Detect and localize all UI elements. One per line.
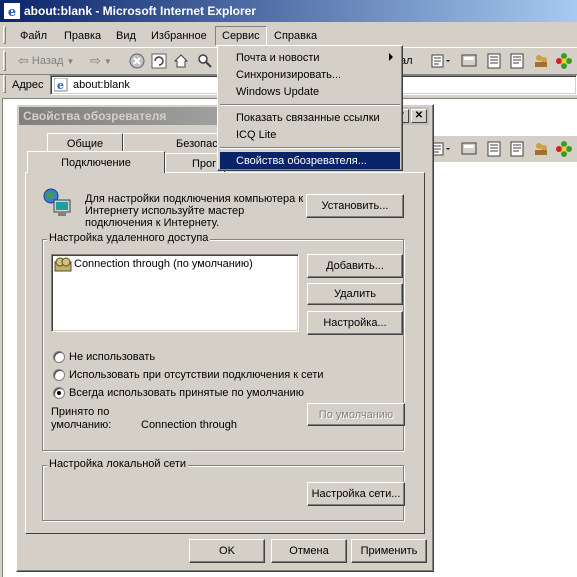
add-connection-button[interactable]: Добавить... — [307, 254, 403, 278]
background-toolbar-strip — [425, 136, 577, 162]
back-arrow-icon: ⇦ — [18, 53, 29, 68]
radio-dial-when-no-network-label: Использовать при отсутствии подключения … — [69, 369, 324, 381]
menu-item-show-related-links[interactable]: Показать связанные ссылки — [220, 109, 400, 126]
radio-never-dial[interactable] — [53, 351, 65, 363]
tab-security[interactable]: Безопас — [123, 133, 219, 153]
lan-settings-button[interactable]: Настройка сети... — [307, 482, 405, 506]
connection-item[interactable]: Connection through (по умолчанию) — [74, 258, 253, 270]
refresh-icon[interactable] — [150, 52, 168, 70]
address-grip — [3, 75, 6, 93]
page-icon[interactable] — [508, 52, 526, 70]
menu-item-windows-update[interactable]: Windows Update — [220, 83, 400, 100]
back-dropdown-icon: ▼ — [66, 56, 75, 66]
home-icon[interactable] — [172, 52, 190, 70]
connection-settings-button[interactable]: Настройка... — [307, 311, 403, 335]
messenger-icon-2 — [532, 140, 550, 158]
menu-bar: Файл Правка Вид Избранное Сервис Справка — [0, 24, 577, 46]
set-default-button[interactable]: По умолчанию — [307, 403, 405, 426]
remove-connection-button[interactable]: Удалить — [307, 283, 403, 305]
submenu-arrow-icon — [389, 53, 393, 61]
forward-arrow-icon: ⇨ — [90, 53, 101, 68]
computer-globe-icon — [42, 187, 74, 219]
radio-never-dial-label: Не использовать — [69, 351, 156, 363]
tab-general[interactable]: Общие — [47, 133, 123, 153]
radio-always-dial-default[interactable] — [53, 387, 65, 399]
menu-tools[interactable]: Сервис — [215, 26, 267, 46]
menu-edit[interactable]: Правка — [58, 26, 107, 46]
default-connection-value: Connection through — [141, 419, 238, 431]
menu-item-icq-lite[interactable]: ICQ Lite — [220, 126, 400, 143]
back-label: Назад — [31, 55, 64, 67]
document-icon[interactable] — [485, 52, 503, 70]
dialup-group-title: Настройка удаленного доступа — [47, 232, 211, 244]
menu-item-mail-news[interactable]: Почта и новости — [220, 49, 400, 66]
search-icon[interactable] — [196, 52, 214, 70]
tab-connections[interactable]: Подключение — [27, 151, 165, 173]
setup-text: Для настройки подключения компьютера к И… — [85, 193, 304, 229]
dialup-group: Connection through (по умолчанию) Добави… — [42, 239, 405, 451]
address-value: about:blank — [73, 79, 130, 91]
tab-page: Для настройки подключения компьютера к И… — [25, 172, 425, 534]
back-button[interactable]: ⇦ Назад ▼ — [18, 52, 74, 70]
connections-list[interactable]: Connection through (по умолчанию) — [51, 254, 299, 332]
messenger-icon[interactable] — [532, 52, 550, 70]
tab-programs[interactable]: Прог — [165, 153, 225, 173]
dialog-title: Свойства обозревателя — [23, 109, 167, 123]
window-title: about:blank - Microsoft Internet Explore… — [24, 4, 257, 18]
lan-group: Настройка сети... — [42, 465, 405, 521]
document-icon-2 — [485, 140, 503, 158]
radio-always-dial-default-label: Всегда использовать принятые по умолчани… — [69, 387, 304, 399]
ok-button[interactable]: OK — [189, 539, 265, 563]
address-label: Адрес — [12, 79, 44, 91]
menu-file[interactable]: Файл — [14, 26, 53, 46]
icq-flower-icon[interactable] — [555, 52, 573, 70]
stop-icon[interactable] — [128, 52, 146, 70]
lan-group-title: Настройка локальной сети — [47, 458, 189, 470]
menu-view[interactable]: Вид — [110, 26, 142, 46]
menu-favorites[interactable]: Избранное — [145, 26, 213, 46]
default-connection-label: Принято по умолчанию: — [51, 406, 112, 431]
svg-text:e: e — [8, 5, 16, 19]
menu-item-internet-options[interactable]: Свойства обозревателя... — [220, 152, 400, 169]
forward-dropdown-icon: ▼ — [103, 56, 112, 66]
apply-button[interactable]: Применить — [351, 539, 427, 563]
tools-dropdown-menu: Почта и новости Синхронизировать... Wind… — [217, 45, 403, 171]
dialog-close-button[interactable]: ✕ — [411, 109, 427, 123]
radio-dial-when-no-network[interactable] — [53, 369, 65, 381]
page-icon-2 — [508, 140, 526, 158]
internet-options-dialog: Свойства обозревателя ? ✕ Общие Безопас … — [16, 104, 434, 572]
svg-text:e: e — [57, 79, 64, 92]
setup-button[interactable]: Установить... — [306, 194, 404, 218]
forward-button[interactable]: ⇨ ▼ — [90, 52, 112, 70]
ie-title-bar: e about:blank - Microsoft Internet Explo… — [0, 0, 577, 22]
ie-logo-icon: e — [4, 3, 20, 19]
page-ie-icon: e — [54, 78, 68, 92]
menu-help[interactable]: Справка — [268, 26, 323, 46]
menubar-grip — [3, 26, 6, 44]
discuss-icon[interactable] — [460, 52, 478, 70]
menu-separator-2 — [220, 147, 400, 149]
icq-flower-icon-2 — [555, 140, 573, 158]
cancel-button[interactable]: Отмена — [271, 539, 347, 563]
menu-item-synchronize[interactable]: Синхронизировать... — [220, 66, 400, 83]
menu-separator — [220, 104, 400, 106]
edit-icon[interactable] — [430, 52, 452, 70]
discuss-icon-2 — [460, 140, 478, 158]
dialup-connection-icon — [54, 257, 72, 273]
toolbar-grip — [3, 51, 6, 71]
